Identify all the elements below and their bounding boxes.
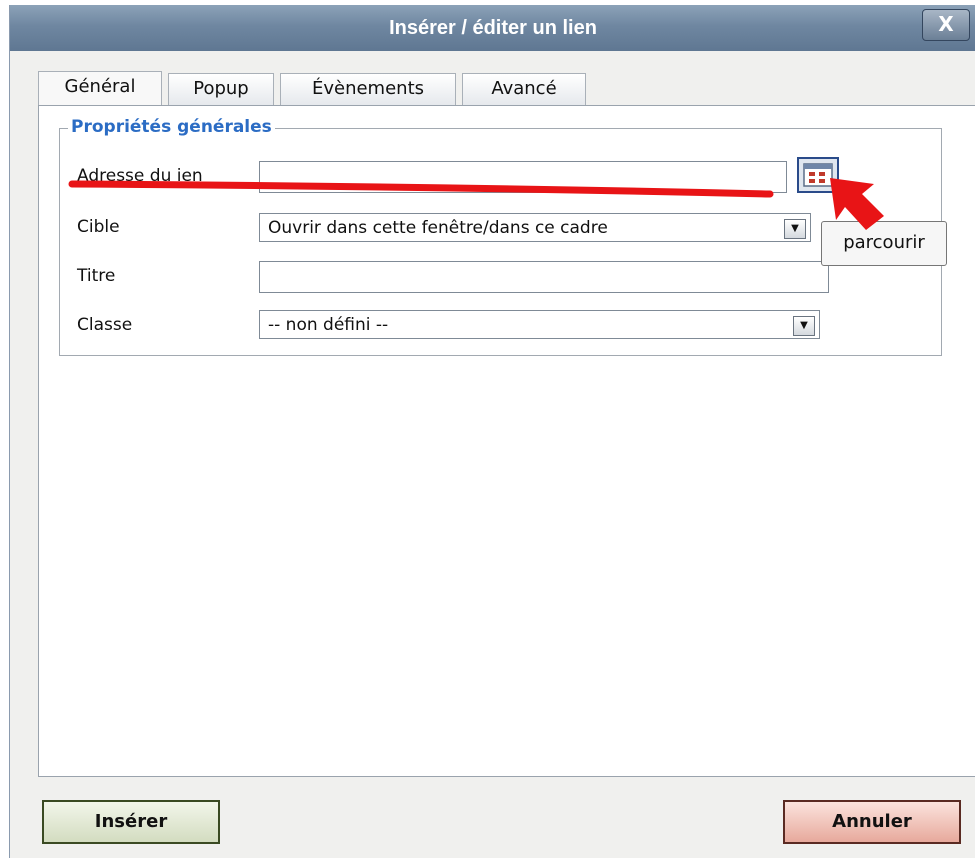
annotation-underline [68, 180, 774, 198]
annotation-overlay [68, 178, 884, 230]
annotation-arrow [830, 178, 884, 230]
